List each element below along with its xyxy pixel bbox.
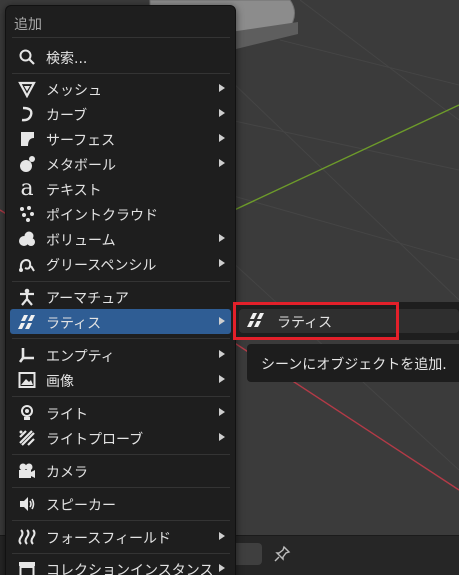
armature-icon (17, 287, 37, 307)
submenu-arrow-icon (219, 234, 225, 242)
menu-item-grease-pencil[interactable]: グリースペンシル (10, 251, 231, 276)
submenu-arrow-icon (219, 84, 225, 92)
menu-item-label: カーブ (46, 108, 88, 124)
menu-item-speaker[interactable]: スピーカー (10, 491, 231, 516)
menu-item-armature[interactable]: アーマチュア (10, 284, 231, 309)
menu-item-label: サーフェス (46, 133, 116, 149)
submenu-arrow-icon (219, 259, 225, 267)
search-label: 検索... (46, 51, 88, 67)
menu-item-surface[interactable]: サーフェス (10, 126, 231, 151)
y-axis-line (229, 104, 459, 213)
menu-item-label: コレクションインスタンス (46, 563, 214, 575)
submenu-arrow-icon (219, 350, 225, 358)
menu-item-force-field[interactable]: フォースフィールド (10, 524, 231, 549)
menu-item-mesh[interactable]: メッシュ (10, 76, 231, 101)
blender-window: 追加 検索... メッシュ カーブ サーフェス メタボール a テキスト ポイン… (0, 0, 459, 575)
collection-icon (17, 559, 37, 575)
menu-item-text[interactable]: a テキスト (10, 176, 231, 201)
pin-icon[interactable] (272, 544, 292, 564)
camera-icon (17, 461, 37, 481)
speaker-icon (17, 494, 37, 514)
metaball-icon (17, 154, 37, 174)
menu-item-curve[interactable]: カーブ (10, 101, 231, 126)
menu-item-collection-instance[interactable]: コレクションインスタンス (10, 556, 231, 575)
submenu-arrow-icon (219, 408, 225, 416)
menu-item-label: ライトプローブ (46, 432, 144, 448)
menu-item-label: ボリューム (46, 233, 116, 249)
light-probe-icon (17, 428, 37, 448)
menu-title: 追加 (14, 17, 42, 33)
light-icon (17, 403, 37, 423)
grease-pencil-icon (17, 254, 37, 274)
submenu-arrow-icon (219, 317, 225, 325)
menu-item-metaball[interactable]: メタボール (10, 151, 231, 176)
pointcloud-icon (17, 204, 37, 224)
submenu-arrow-icon (219, 564, 225, 572)
submenu-arrow-icon (219, 375, 225, 383)
tooltip-text: シーンにオブジェクトを追加. (261, 357, 447, 373)
menu-item-label: フォースフィールド (46, 531, 172, 547)
mesh-icon (17, 79, 37, 99)
force-field-icon (17, 527, 37, 547)
tooltip: シーンにオブジェクトを追加. (247, 344, 459, 382)
menu-item-camera[interactable]: カメラ (10, 458, 231, 483)
curve-icon (17, 104, 37, 124)
menu-item-label: アーマチュア (46, 291, 129, 307)
submenu-arrow-icon (219, 134, 225, 142)
empty-icon (17, 345, 37, 365)
surface-icon (17, 129, 37, 149)
submenu-arrow-icon (219, 532, 225, 540)
menu-item-label: グリースペンシル (46, 258, 157, 274)
menu-item-label: テキスト (46, 183, 102, 199)
menu-item-light-probe[interactable]: ライトプローブ (10, 425, 231, 450)
volume-icon (17, 229, 37, 249)
menu-item-label: ポイントクラウド (46, 208, 158, 224)
menu-item-light[interactable]: ライト (10, 400, 231, 425)
menu-item-volume[interactable]: ボリューム (10, 226, 231, 251)
add-menu: 追加 検索... メッシュ カーブ サーフェス メタボール a テキスト ポイン… (5, 5, 236, 575)
submenu-arrow-icon (219, 109, 225, 117)
red-highlight-box (233, 302, 399, 340)
menu-item-image[interactable]: 画像 (10, 367, 231, 392)
search-menu-item[interactable]: 検索... (10, 44, 231, 69)
menu-item-label: ラティス (46, 316, 102, 332)
lattice-icon (17, 312, 37, 332)
menu-item-label: スピーカー (46, 498, 116, 514)
menu-item-pointcloud[interactable]: ポイントクラウド (10, 201, 231, 226)
menu-item-label: エンプティ (46, 349, 115, 365)
menu-item-label: メッシュ (46, 83, 102, 99)
image-icon (17, 370, 37, 390)
menu-item-label: ライト (46, 407, 88, 423)
menu-item-lattice[interactable]: ラティス (10, 309, 231, 334)
submenu-arrow-icon (219, 159, 225, 167)
menu-item-label: カメラ (46, 465, 88, 481)
search-icon (17, 47, 37, 67)
menu-item-empty[interactable]: エンプティ (10, 342, 231, 367)
submenu-arrow-icon (219, 433, 225, 441)
text-icon: a (20, 176, 34, 201)
menu-item-label: 画像 (46, 374, 74, 390)
menu-item-label: メタボール (46, 158, 116, 174)
